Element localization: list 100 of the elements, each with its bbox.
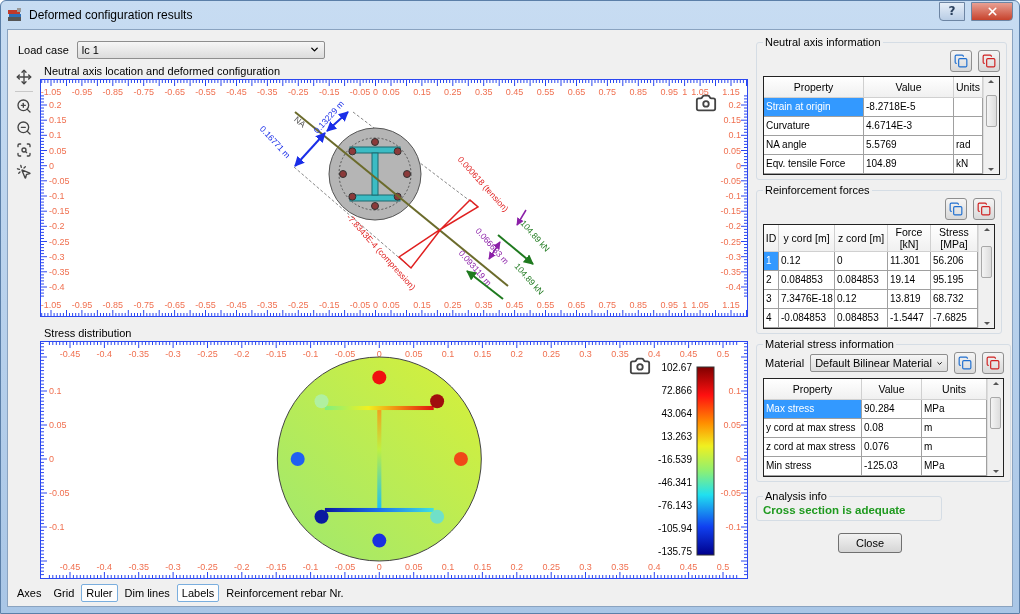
zoom-window-icon[interactable] [16,142,32,158]
ruler-label: 0.1 [728,130,741,141]
zoom-out-icon[interactable] [16,120,32,136]
ruler-label: 0.05 [723,420,741,430]
ruler-label: 0.2 [510,562,524,572]
ruler-label: 0.05 [404,349,423,359]
ruler-label: 0.15 [723,115,741,126]
ruler-label: 0.15 [413,300,431,310]
ruler-label: -0.35 [720,266,741,277]
copy-button[interactable] [945,198,967,220]
close-button[interactable] [971,1,1013,21]
scroll-down-icon[interactable] [988,168,995,171]
move-icon[interactable] [16,69,32,85]
copy-all-button[interactable] [973,198,995,220]
table-cell: 0.084853 [835,309,888,328]
table-cell: -8.2718E-5 [864,98,954,117]
table-cell[interactable]: z cord at max stress [764,438,862,457]
ruler-label: 0 [373,87,379,97]
window-title: Deformed configuration results [29,8,193,22]
zoom-in-icon[interactable] [16,98,32,114]
table-cell[interactable]: 3 [764,290,779,309]
ruler-label: -0.05 [49,488,70,498]
ruler-label: 0.1 [441,349,455,359]
panel-title: Neutral axis location and deformed configuration [43,65,282,77]
camera-icon[interactable] [629,355,651,377]
table-cell: 104.89 [864,155,954,174]
column-header: Units [922,379,988,400]
load-case-dropdown[interactable]: lc 1 [76,40,325,59]
scrollbar-thumb[interactable] [990,396,1002,429]
group-title: Material stress information [764,338,895,350]
color-scale-label: -76.143 [658,500,692,511]
ruler-label: 0.95 [660,300,678,310]
ruler-label: 0 [373,300,379,310]
scroll-up-icon[interactable] [988,80,995,83]
material-dropdown[interactable]: Default Bilinear Material [810,354,949,372]
ruler-label: 0.1 [49,130,62,141]
table-cell: 11.301 [888,252,931,271]
column-header: ID [764,225,779,252]
ruler-label: -0.95 [71,87,93,97]
scrollbar[interactable] [978,225,994,328]
scroll-up-icon[interactable] [983,228,990,231]
close-dialog-button[interactable]: Close [838,533,902,553]
scroll-up-icon[interactable] [992,382,999,385]
table-cell: -0.084853 [779,309,835,328]
table-cell [954,117,983,136]
ruler-label: 0.15 [473,562,492,572]
table-cell: 4.6714E-3 [864,117,954,136]
color-scale-label: 43.064 [661,408,692,419]
table-cell: -1.5447 [888,309,931,328]
copy-button[interactable] [954,352,977,374]
ruler-label: -0.35 [128,349,149,359]
ruler-label: -0.15 [265,349,287,359]
view-toggle[interactable]: Ruler [81,584,118,602]
table-cell[interactable]: Curvature [764,117,864,136]
color-scale-label: -16.539 [658,454,692,465]
ruler-label: 0.65 [567,87,586,97]
ruler-label: 0 [736,454,741,464]
table-cell[interactable]: NA angle [764,136,864,155]
copy-all-button[interactable] [982,352,1005,374]
help-button[interactable]: ? [939,1,965,21]
copy-icon [953,54,968,68]
view-toggle[interactable]: Axes [12,584,47,602]
ruler-label: 1.15 [722,87,740,97]
pointer-icon[interactable] [16,164,32,180]
table-cell[interactable]: Eqv. tensile Force [764,155,864,174]
ruler-label: 0.85 [629,300,648,310]
ruler-label: 0.45 [505,300,524,310]
ruler-label: -0.45 [59,562,81,572]
scrollbar-thumb[interactable] [981,245,992,278]
table-cell[interactable]: y cord at max stress [764,419,862,438]
scrollbar[interactable] [987,379,1004,476]
ruler-label: 0.5 [716,349,730,359]
ruler-label: -0.4 [96,349,113,359]
ruler-label: -0.1 [302,349,319,359]
ruler-label: -0.95 [71,300,93,310]
scrollbar-thumb[interactable] [985,94,997,127]
ruler-label: -0.15 [318,87,340,97]
copy-all-button[interactable] [977,50,1000,72]
ruler-label: -0.45 [59,349,81,359]
table-cell: 0.08 [862,419,922,438]
view-toggle[interactable]: Labels [176,584,220,602]
ruler-label: -0.85 [102,300,124,310]
ruler-label: -0.15 [265,562,287,572]
table-cell[interactable]: 4 [764,309,779,328]
copy-button[interactable] [949,50,972,72]
ruler-label: 0.25 [542,562,560,572]
table-cell[interactable]: Min stress [764,457,862,476]
scroll-down-icon[interactable] [983,322,990,325]
ruler-label: 0.35 [611,349,629,359]
ruler-label: 0.45 [505,87,524,97]
ruler-label: 0.05 [404,562,423,572]
scroll-down-icon[interactable] [992,470,999,473]
view-toggle[interactable]: Reinforcement rebar Nr. [221,584,349,602]
app-icon [7,7,23,23]
view-toggle[interactable]: Dim lines [119,584,175,602]
ruler-label: -0.2 [49,221,65,232]
ruler-label: -0.1 [49,191,65,201]
ruler-label: 0.2 [510,349,524,359]
view-toggle[interactable]: Grid [48,584,80,602]
table-cell[interactable]: 2 [764,271,779,290]
